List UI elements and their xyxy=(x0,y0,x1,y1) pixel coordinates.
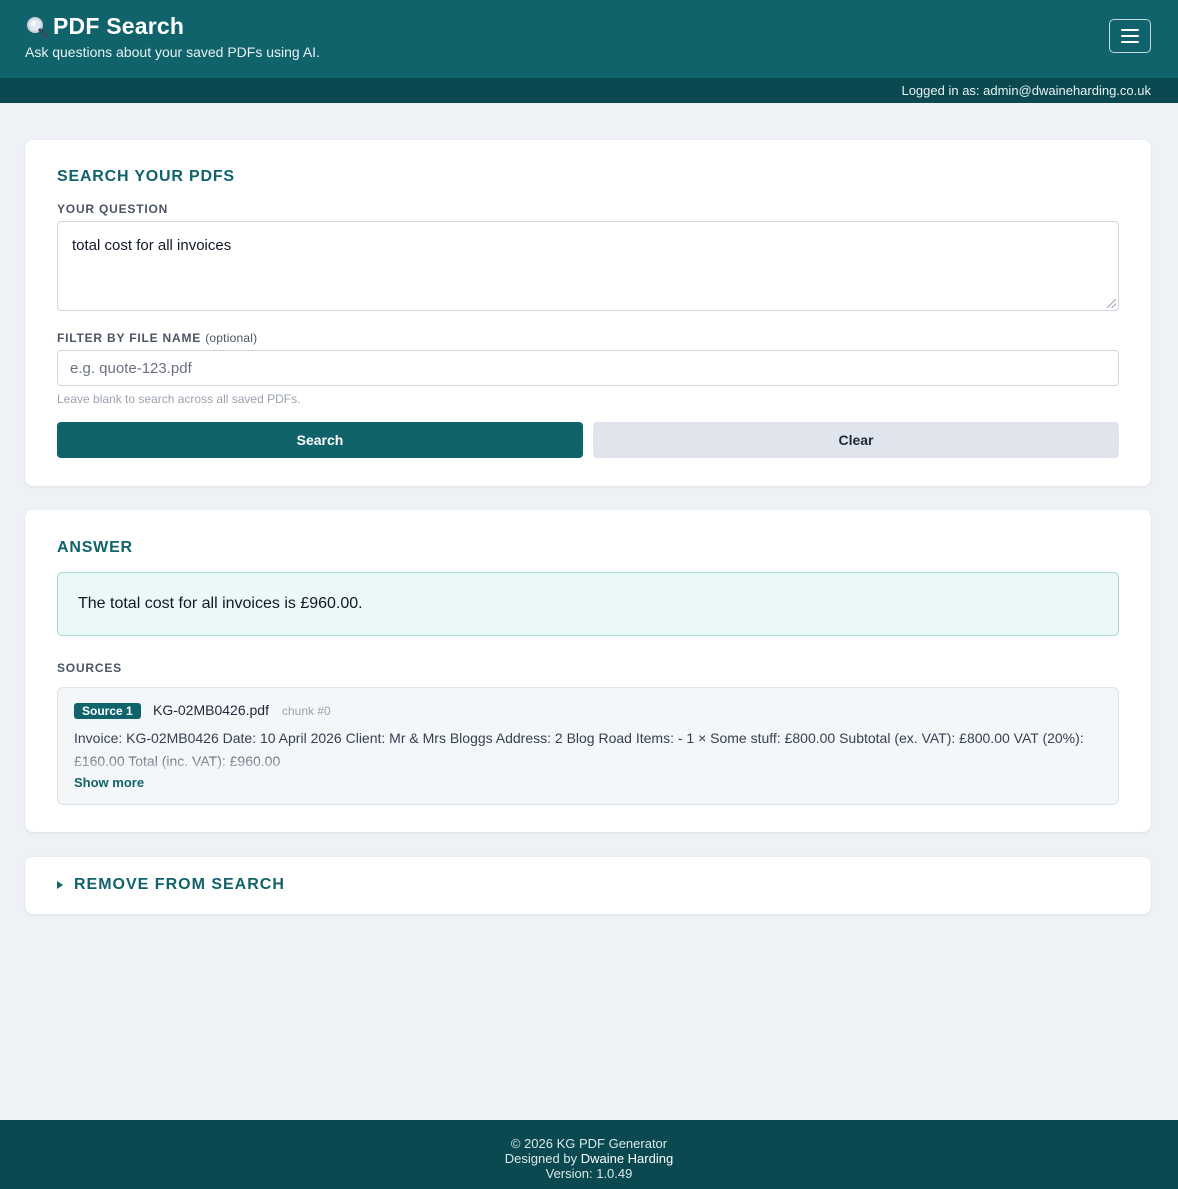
answer-box: The total cost for all invoices is £960.… xyxy=(57,572,1119,636)
footer-copyright: © 2026 KG PDF Generator xyxy=(510,1136,668,1151)
filter-label: FILTER BY FILE NAME (optional) xyxy=(57,331,257,345)
app-title-text: PDF Search xyxy=(53,13,185,39)
logged-in-user: Logged in as: admin@dwaineharding.co.uk xyxy=(0,78,1178,103)
filter-optional-text: (optional) xyxy=(205,331,258,345)
answer-card: ANSWER The total cost for all invoices i… xyxy=(25,510,1151,832)
show-more-link[interactable]: Show more xyxy=(74,775,144,790)
filter-label-text: FILTER BY FILE NAME xyxy=(57,331,202,345)
source-file-name: KG-02MB0426.pdf xyxy=(153,702,269,718)
source-excerpt: Invoice: KG-02MB0426 Date: 10 April 2026… xyxy=(74,730,1084,769)
source-badge: Source 1 xyxy=(74,703,141,719)
app-title: PDF Search xyxy=(25,13,184,40)
hamburger-menu-button[interactable] xyxy=(1109,19,1151,53)
filter-file-name-input[interactable] xyxy=(57,350,1119,386)
resize-handle[interactable] xyxy=(1107,299,1116,308)
question-value: total cost for all invoices xyxy=(72,237,232,254)
hamburger-menu-icon xyxy=(1121,29,1139,31)
footer-author-link[interactable]: Dwaine Harding xyxy=(581,1151,674,1166)
sources-label: SOURCES xyxy=(57,661,122,675)
footer-designed-by: Designed by Dwaine Harding xyxy=(0,1151,1178,1166)
source-chunk: chunk #0 xyxy=(282,704,331,718)
remove-from-search-label: REMOVE FROM SEARCH xyxy=(74,876,285,893)
app-subtitle: Ask questions about your saved PDFs usin… xyxy=(25,44,320,60)
caret-right-icon xyxy=(57,881,63,889)
top-header: PDF Search Ask questions about your save… xyxy=(0,0,1178,78)
remove-from-search-card: REMOVE FROM SEARCH xyxy=(25,857,1151,914)
search-button[interactable]: Search xyxy=(57,422,583,458)
magnifying-glass-icon xyxy=(27,16,49,38)
answer-text: The total cost for all invoices is £960.… xyxy=(78,595,363,612)
source-item: Source 1 KG-02MB0426.pdf chunk #0 Invoic… xyxy=(57,687,1119,805)
search-card: SEARCH YOUR PDFS YOUR QUESTION total cos… xyxy=(25,140,1151,486)
footer: © 2026 KG PDF Generator Designed by Dwai… xyxy=(0,1120,1178,1189)
remove-from-search-toggle[interactable]: REMOVE FROM SEARCH xyxy=(57,876,285,894)
answer-card-title: ANSWER xyxy=(57,539,133,556)
search-card-title: SEARCH YOUR PDFS xyxy=(57,168,235,185)
question-textarea[interactable]: total cost for all invoices xyxy=(57,221,1119,311)
question-label: YOUR QUESTION xyxy=(57,202,169,216)
filter-hint: Leave blank to search across all saved P… xyxy=(57,392,301,406)
footer-designed-by-prefix: Designed by xyxy=(504,1151,578,1166)
clear-button[interactable]: Clear xyxy=(593,422,1119,458)
footer-version: Version: 1.0.49 xyxy=(545,1166,633,1181)
